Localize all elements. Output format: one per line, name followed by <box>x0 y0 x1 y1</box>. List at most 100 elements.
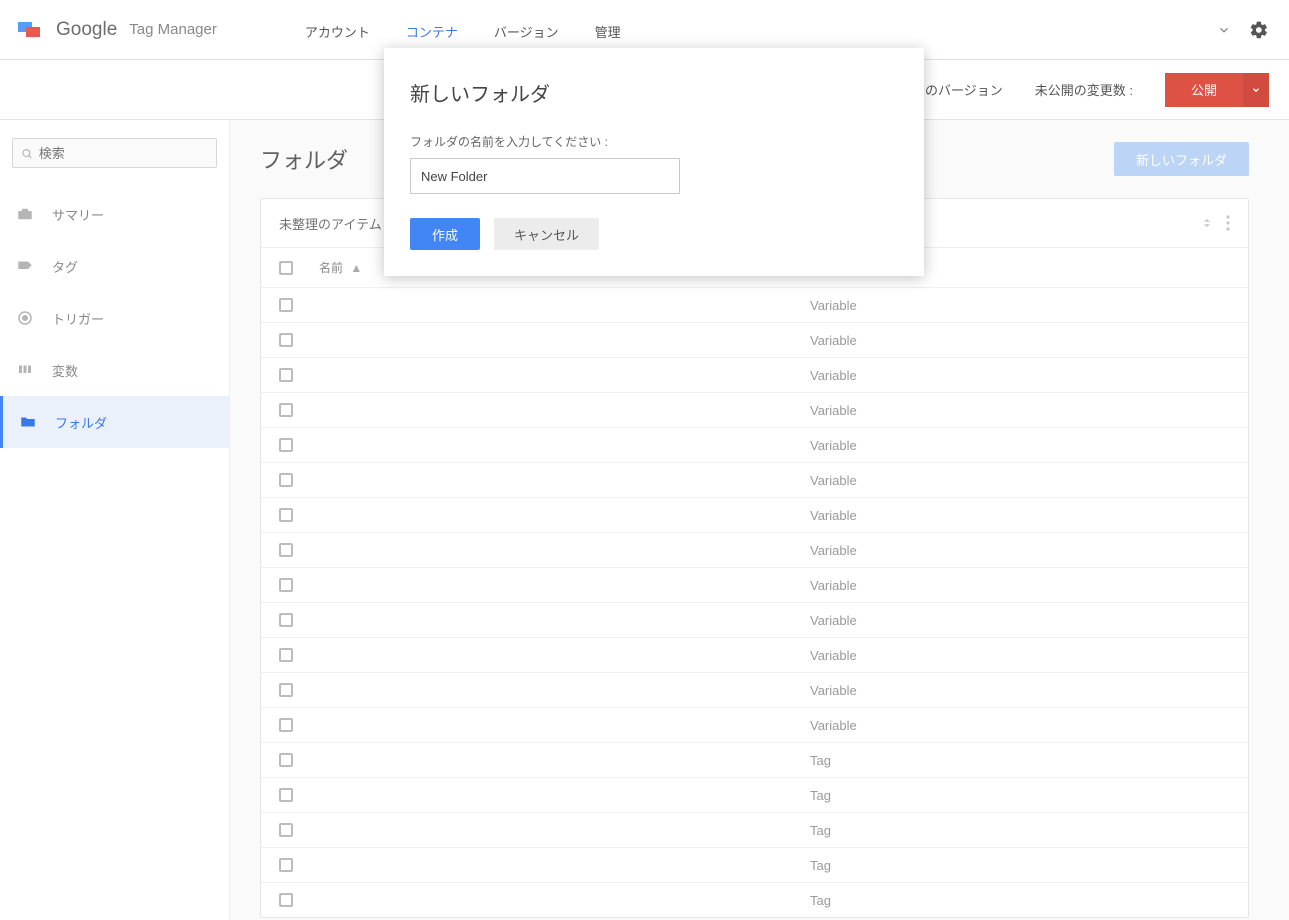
sidebar-item-label: トリガー <box>52 309 104 328</box>
folder-icon <box>19 413 37 431</box>
table-row[interactable]: Variable <box>261 532 1248 567</box>
sidebar-item-label: フォルダ <box>55 413 107 432</box>
row-checkbox[interactable] <box>279 333 293 347</box>
sidebar-item-label: 変数 <box>52 361 78 380</box>
brand-product-text: Tag Manager <box>129 21 217 38</box>
publish-button-group: 公開 <box>1165 73 1269 107</box>
row-type-cell: Variable <box>810 508 1230 523</box>
sidebar-item-tags[interactable]: タグ <box>0 240 229 292</box>
row-type-cell: Variable <box>810 438 1230 453</box>
trigger-icon <box>16 309 34 327</box>
row-checkbox[interactable] <box>279 438 293 452</box>
row-checkbox[interactable] <box>279 368 293 382</box>
row-checkbox[interactable] <box>279 753 293 767</box>
table-row[interactable]: Variable <box>261 357 1248 392</box>
row-type-cell: Variable <box>810 403 1230 418</box>
row-checkbox[interactable] <box>279 893 293 907</box>
cancel-button[interactable]: キャンセル <box>494 218 599 250</box>
row-type-cell: Variable <box>810 718 1230 733</box>
page-title: フォルダ <box>260 143 348 175</box>
editing-version-label: 中のバージョン <box>912 80 1003 99</box>
table-row[interactable]: Variable <box>261 392 1248 427</box>
variable-icon <box>16 361 34 379</box>
search-icon <box>21 147 33 160</box>
sidebar-item-summary[interactable]: サマリー <box>0 188 229 240</box>
row-checkbox[interactable] <box>279 823 293 837</box>
row-type-cell: Variable <box>810 578 1230 593</box>
chevron-down-icon <box>1251 85 1261 95</box>
row-checkbox[interactable] <box>279 613 293 627</box>
table-row[interactable]: Tag <box>261 847 1248 882</box>
group-header-label: 未整理のアイテム <box>279 214 382 233</box>
table-row[interactable]: Variable <box>261 287 1248 322</box>
publish-dropdown-button[interactable] <box>1243 73 1269 107</box>
tag-icon <box>16 257 34 275</box>
search-box[interactable] <box>12 138 217 168</box>
table-row[interactable]: Tag <box>261 882 1248 917</box>
sidebar-item-label: サマリー <box>52 205 104 224</box>
table-row[interactable]: Variable <box>261 602 1248 637</box>
dialog-title: 新しいフォルダ <box>410 78 898 107</box>
row-checkbox[interactable] <box>279 648 293 662</box>
brand-logo[interactable]: Google Tag Manager <box>18 19 217 41</box>
row-type-cell: Variable <box>810 473 1230 488</box>
sidebar: サマリー タグ トリガー 変数 フォルダ <box>0 120 230 920</box>
row-type-cell: Variable <box>810 613 1230 628</box>
folder-name-input[interactable] <box>410 158 680 194</box>
row-type-cell: Tag <box>810 858 1230 873</box>
sidebar-item-triggers[interactable]: トリガー <box>0 292 229 344</box>
table-row[interactable]: Variable <box>261 462 1248 497</box>
table-row[interactable]: Variable <box>261 637 1248 672</box>
gtm-logo-icon <box>18 19 42 41</box>
row-type-cell: Variable <box>810 298 1230 313</box>
table-row[interactable]: Tag <box>261 742 1248 777</box>
table-row[interactable]: Variable <box>261 497 1248 532</box>
sidebar-item-folders[interactable]: フォルダ <box>0 396 229 448</box>
sidebar-item-label: タグ <box>52 257 78 276</box>
row-type-cell: Variable <box>810 333 1230 348</box>
unpublished-changes-label: 未公開の変更数 : <box>1035 80 1133 99</box>
row-checkbox[interactable] <box>279 403 293 417</box>
row-checkbox[interactable] <box>279 788 293 802</box>
briefcase-icon <box>16 205 34 223</box>
row-type-cell: Tag <box>810 893 1230 908</box>
items-table: 未整理のアイテム 名前 ▲ タイプ VariableVariableVariab… <box>260 198 1249 918</box>
row-checkbox[interactable] <box>279 508 293 522</box>
row-checkbox[interactable] <box>279 683 293 697</box>
row-checkbox[interactable] <box>279 858 293 872</box>
table-row[interactable]: Variable <box>261 567 1248 602</box>
kebab-menu-icon[interactable] <box>1226 215 1230 231</box>
row-checkbox[interactable] <box>279 473 293 487</box>
sidebar-item-variables[interactable]: 変数 <box>0 344 229 396</box>
row-type-cell: Variable <box>810 683 1230 698</box>
table-row[interactable]: Variable <box>261 427 1248 462</box>
row-type-cell: Variable <box>810 543 1230 558</box>
row-type-cell: Tag <box>810 823 1230 838</box>
table-row[interactable]: Tag <box>261 812 1248 847</box>
row-type-cell: Variable <box>810 648 1230 663</box>
account-switcher-chevron-icon[interactable] <box>1217 23 1231 37</box>
row-checkbox[interactable] <box>279 578 293 592</box>
sort-asc-icon: ▲ <box>350 261 362 275</box>
row-type-cell: Variable <box>810 368 1230 383</box>
row-checkbox[interactable] <box>279 298 293 312</box>
new-folder-button[interactable]: 新しいフォルダ <box>1114 142 1249 176</box>
publish-button[interactable]: 公開 <box>1165 73 1243 107</box>
brand-google-text: Google <box>56 19 117 41</box>
sort-toggle-icon[interactable] <box>1200 214 1214 232</box>
row-checkbox[interactable] <box>279 543 293 557</box>
table-row[interactable]: Variable <box>261 322 1248 357</box>
dialog-label: フォルダの名前を入力してください : <box>410 133 898 150</box>
tab-account[interactable]: アカウント <box>287 22 388 60</box>
create-button[interactable]: 作成 <box>410 218 480 250</box>
table-row[interactable]: Variable <box>261 707 1248 742</box>
search-input[interactable] <box>39 146 208 161</box>
row-checkbox[interactable] <box>279 718 293 732</box>
row-type-cell: Tag <box>810 753 1230 768</box>
table-row[interactable]: Variable <box>261 672 1248 707</box>
row-type-cell: Tag <box>810 788 1230 803</box>
select-all-checkbox[interactable] <box>279 261 293 275</box>
table-row[interactable]: Tag <box>261 777 1248 812</box>
new-folder-dialog: 新しいフォルダ フォルダの名前を入力してください : 作成 キャンセル <box>384 48 924 276</box>
settings-gear-icon[interactable] <box>1249 20 1269 40</box>
